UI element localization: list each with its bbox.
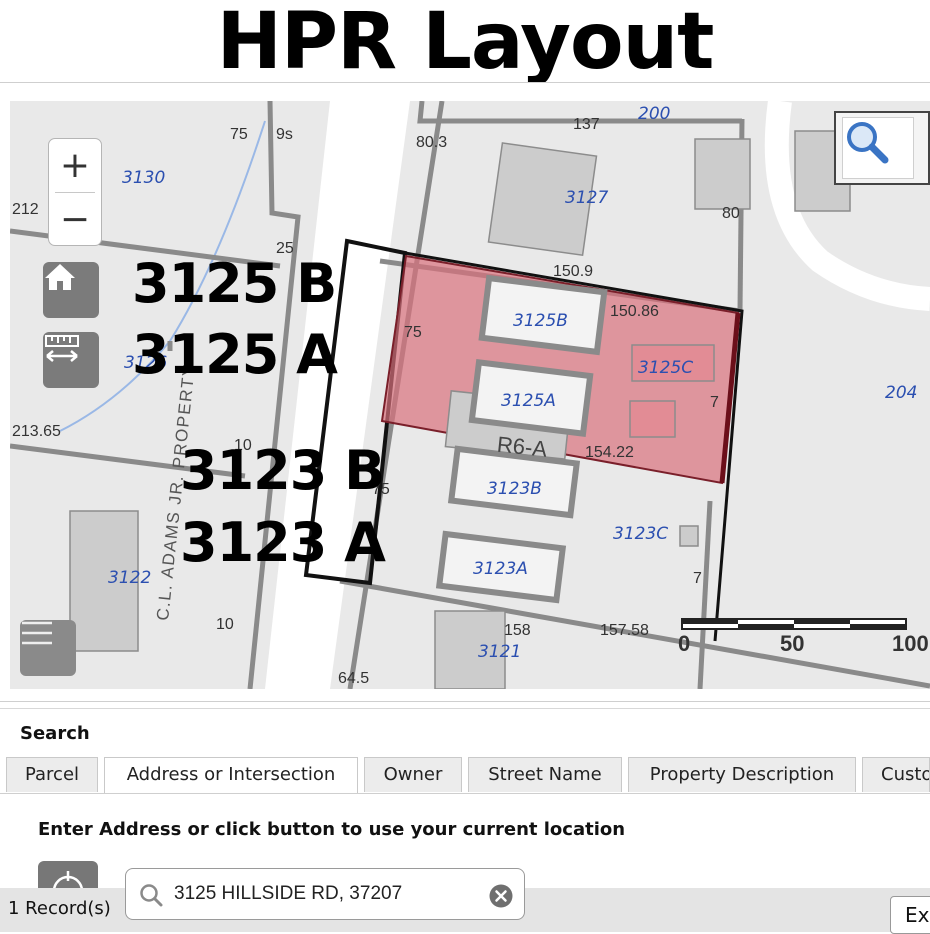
parcel-label: 3123C <box>613 524 668 544</box>
search-instruction: Enter Address or click button to use you… <box>38 819 626 840</box>
zoning-label: R6-A <box>496 432 549 462</box>
magnifier-icon <box>847 122 889 164</box>
menu-icon <box>22 621 52 645</box>
overlay-label: 3125 B <box>132 252 337 315</box>
clear-icon[interactable] <box>488 883 514 909</box>
dimension-label: 213.65 <box>12 423 61 440</box>
parcel-label: 3121 <box>478 642 521 662</box>
tab-parcel[interactable]: Parcel <box>6 757 98 792</box>
search-icon <box>140 884 163 907</box>
dimension-label: 80.3 <box>416 134 447 151</box>
dimension-label: 10 <box>216 616 234 633</box>
dimension-label: 150.9 <box>553 263 593 280</box>
map-graphics: 3130 3127 200 3125B 3125C 3125A 204 3123… <box>10 101 930 689</box>
dimension-label: 7 <box>693 570 702 587</box>
export-button[interactable]: Ex <box>890 896 930 934</box>
parcel-label: 3127 <box>565 188 608 208</box>
scale-bar <box>681 618 907 630</box>
dimension-label: 9s <box>276 126 293 143</box>
tab-owner[interactable]: Owner <box>364 757 462 792</box>
tab-street-name[interactable]: Street Name <box>468 757 622 792</box>
address-search-box <box>125 868 525 920</box>
headline-title: HPR Layout <box>216 0 715 87</box>
parcel-label: 200 <box>638 104 670 124</box>
dimension-label: 212 <box>12 201 39 218</box>
parcel-label: 3125B <box>513 311 568 331</box>
home-button[interactable] <box>43 262 99 318</box>
scale-label: 50 <box>780 631 805 656</box>
address-search-input[interactable] <box>174 879 474 909</box>
dimension-label: 75 <box>404 324 422 341</box>
measure-button[interactable] <box>43 332 99 388</box>
dimension-label: 7 <box>710 394 719 411</box>
map-search-button[interactable] <box>842 117 914 179</box>
parcel-label: 3123B <box>487 479 542 499</box>
zoom-in-button[interactable]: + <box>49 139 101 192</box>
parcel-label: 3130 <box>122 168 165 188</box>
parcel-map[interactable]: 3130 3127 200 3125B 3125C 3125A 204 3123… <box>10 101 930 689</box>
dimension-label: 157.58 <box>600 622 649 639</box>
overlay-label: 3123 A <box>180 511 386 574</box>
parcel-label: 3122 <box>108 568 151 588</box>
home-icon <box>45 264 75 290</box>
parcel-label: 3125A <box>501 391 556 411</box>
record-count: 1 Record(s) <box>8 898 111 919</box>
dimension-label: 75 <box>230 126 248 143</box>
dimension-label: 150.86 <box>610 303 659 320</box>
tab-property-description[interactable]: Property Description <box>628 757 856 792</box>
measure-icon <box>45 335 79 362</box>
overlay-label: 3123 B <box>180 439 385 502</box>
zoom-control: + − <box>48 138 102 246</box>
dimension-label: 80 <box>722 205 740 222</box>
parcel-label: 3125C <box>638 358 693 378</box>
panel-title: Search <box>20 723 90 744</box>
map-search-tool <box>834 111 930 185</box>
parcel-label: 204 <box>885 383 917 403</box>
parcel-label: 3123A <box>473 559 528 579</box>
dimension-label: 154.22 <box>585 444 634 461</box>
search-tabs: Parcel Address or Intersection Owner Str… <box>0 757 930 794</box>
menu-button[interactable] <box>20 620 76 676</box>
zoom-out-button[interactable]: − <box>49 193 101 246</box>
dimension-label: 137 <box>573 116 600 133</box>
tab-address[interactable]: Address or Intersection <box>104 757 358 793</box>
scale-label: 100 <box>892 631 929 656</box>
map-frame: 3130 3127 200 3125B 3125C 3125A 204 3123… <box>0 82 930 702</box>
tab-custom[interactable]: Custo <box>862 757 930 792</box>
dimension-label: 158 <box>504 622 531 639</box>
dimension-label: 64.5 <box>338 670 369 687</box>
scale-label: 0 <box>678 631 691 656</box>
overlay-label: 3125 A <box>132 323 338 386</box>
